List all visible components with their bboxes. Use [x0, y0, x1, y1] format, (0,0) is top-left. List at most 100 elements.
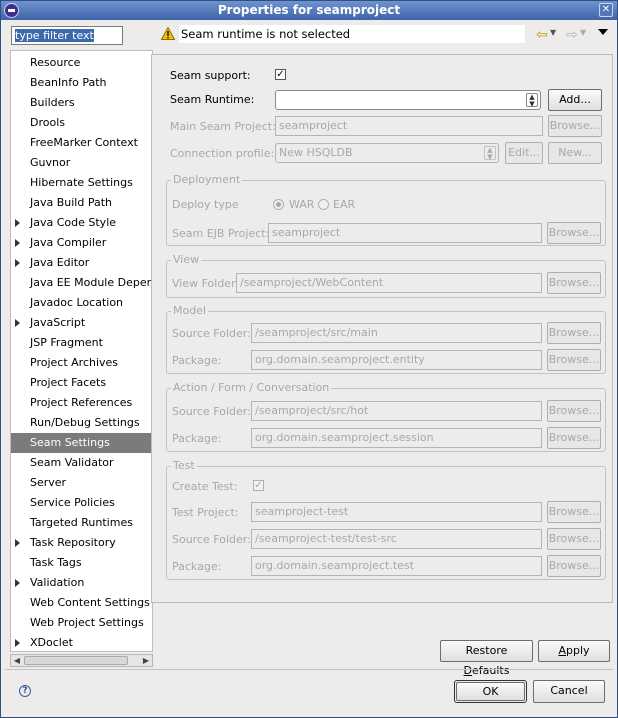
expand-arrow-icon[interactable]	[15, 219, 20, 227]
tree-item[interactable]: FreeMarker Context	[11, 133, 152, 153]
ok-button[interactable]: OK	[456, 682, 525, 701]
tree-item[interactable]: Guvnor	[11, 153, 152, 173]
tree-item[interactable]: Project Facets	[11, 373, 152, 393]
help-icon[interactable]: ?	[19, 685, 31, 697]
scroll-left-icon[interactable]: ◀	[11, 655, 23, 666]
tree-item[interactable]: Web Project Settings	[11, 613, 152, 633]
new-profile-button[interactable]: New...	[548, 142, 602, 164]
tree-item[interactable]: Java Code Style	[11, 213, 152, 233]
combo-arrows-icon[interactable]: ▲ ▼	[484, 146, 496, 161]
tree-item[interactable]: Service Policies	[11, 493, 152, 513]
model-package-field[interactable]: org.domain.seamproject.entity	[251, 350, 542, 370]
restore-defaults-button[interactable]: Restore Defaults	[440, 640, 533, 677]
tree-item[interactable]: Task Repository	[11, 533, 152, 553]
test-package-label: Package:	[172, 560, 222, 573]
forward-dropdown-icon[interactable]: ▼	[580, 28, 586, 37]
main-seam-project-field[interactable]: seamproject	[275, 116, 543, 136]
tree-item[interactable]: JSP Fragment	[11, 333, 152, 353]
tree-item[interactable]: Web Content Settings	[11, 593, 152, 613]
main-seam-project-label: Main Seam Project:	[170, 120, 276, 133]
ear-radio[interactable]	[318, 199, 329, 210]
title-bar[interactable]: Properties for seamproject ✕	[1, 1, 617, 20]
tree-item[interactable]: Javadoc Location	[11, 293, 152, 313]
action-source-browse-button[interactable]: Browse...	[547, 400, 601, 422]
connection-profile-combo[interactable]: New HSQLDB ▲ ▼	[275, 143, 499, 163]
tree-item-label: JavaScript	[30, 316, 86, 329]
scroll-thumb[interactable]	[24, 656, 128, 665]
restore-defaults-mnemonic: D	[463, 664, 473, 677]
test-source-folder-field[interactable]: /seamproject-test/test-src	[251, 529, 542, 549]
filter-placeholder: type filter text	[15, 29, 94, 42]
model-source-browse-button[interactable]: Browse...	[547, 322, 601, 344]
view-browse-button[interactable]: Browse...	[547, 272, 601, 294]
action-source-folder-field[interactable]: /seamproject/src/hot	[251, 401, 542, 421]
cancel-button[interactable]: Cancel	[533, 680, 605, 703]
expand-arrow-icon[interactable]	[15, 239, 20, 247]
model-package-browse-button[interactable]: Browse...	[547, 349, 601, 371]
tree-horizontal-scrollbar[interactable]: ◀ ▶	[10, 654, 153, 667]
action-package-field[interactable]: org.domain.seamproject.session	[251, 428, 542, 448]
deployment-title: Deployment	[171, 173, 243, 186]
edit-profile-button[interactable]: Edit...	[505, 142, 543, 164]
seam-runtime-label: Seam Runtime:	[170, 93, 255, 106]
apply-button[interactable]: Apply	[538, 640, 610, 662]
tree-item[interactable]: Builders	[11, 93, 152, 113]
back-arrow-icon[interactable]: ⇦	[536, 27, 548, 43]
add-runtime-button[interactable]: Add...	[548, 89, 602, 111]
tree-item[interactable]: Server	[11, 473, 152, 493]
tree-item[interactable]: Java Compiler	[11, 233, 152, 253]
tree-item[interactable]: BeanInfo Path	[11, 73, 152, 93]
seam-runtime-combo[interactable]: ▲ ▼	[275, 90, 541, 110]
tree-item[interactable]: Seam Settings	[11, 433, 152, 453]
action-package-browse-button[interactable]: Browse...	[547, 427, 601, 449]
tree-item[interactable]: Drools	[11, 113, 152, 133]
view-folder-field[interactable]: /seamproject/WebContent	[236, 273, 542, 293]
seam-ejb-project-field[interactable]: seamproject	[268, 223, 542, 243]
test-package-field[interactable]: org.domain.seamproject.test	[251, 556, 542, 576]
test-package-browse-button[interactable]: Browse...	[547, 555, 601, 577]
close-window-button[interactable]: ✕	[599, 3, 613, 17]
combo-arrows-icon[interactable]: ▲ ▼	[526, 93, 538, 108]
deployment-group: Deployment Deploy type WAR EAR Seam EJB …	[166, 173, 606, 246]
tree-item[interactable]: Java EE Module Depend	[11, 273, 152, 293]
tree-item[interactable]: Targeted Runtimes	[11, 513, 152, 533]
war-radio[interactable]	[273, 199, 284, 210]
seam-support-checkbox[interactable]: ✓	[275, 69, 286, 80]
tree-item[interactable]: XDoclet	[11, 633, 152, 651]
tree-item[interactable]: JavaScript	[11, 313, 152, 333]
model-group: Model Source Folder: /seamproject/src/ma…	[166, 304, 606, 374]
create-test-checkbox[interactable]: ✓	[253, 480, 264, 491]
expand-arrow-icon[interactable]	[15, 259, 20, 267]
test-source-browse-button[interactable]: Browse...	[547, 528, 601, 550]
seam-support-label: Seam support:	[170, 69, 251, 82]
model-source-folder-field[interactable]: /seamproject/src/main	[251, 323, 542, 343]
tree-item[interactable]: Resource	[11, 53, 152, 73]
ejb-browse-button[interactable]: Browse...	[547, 222, 601, 244]
tree-item[interactable]: Java Editor	[11, 253, 152, 273]
main-project-browse-button[interactable]: Browse...	[548, 115, 602, 137]
preference-tree[interactable]: Resource BeanInfo Path Builders Drools FreeM…	[10, 50, 153, 652]
test-project-field[interactable]: seamproject-test	[251, 502, 542, 522]
tree-item[interactable]: Validation	[11, 573, 152, 593]
filter-input[interactable]: type filter text	[11, 26, 123, 45]
expand-arrow-icon[interactable]	[15, 579, 20, 587]
test-project-browse-button[interactable]: Browse...	[547, 501, 601, 523]
view-menu-icon[interactable]	[598, 29, 608, 35]
tree-item[interactable]: Task Tags	[11, 553, 152, 573]
tree-item[interactable]: Java Build Path	[11, 193, 152, 213]
tree-item-label: Service Policies	[30, 496, 115, 509]
connection-profile-label: Connection profile:	[170, 147, 275, 160]
tree-item[interactable]: Project Archives	[11, 353, 152, 373]
tree-item[interactable]: Project References	[11, 393, 152, 413]
tree-item[interactable]: Seam Validator	[11, 453, 152, 473]
tree-item-label: Java Build Path	[30, 196, 113, 209]
tree-item[interactable]: Hibernate Settings	[11, 173, 152, 193]
expand-arrow-icon[interactable]	[15, 319, 20, 327]
message-bar: Seam runtime is not selected ⇦ ▼ ⇨ ▼	[155, 23, 615, 47]
tree-item[interactable]: Run/Debug Settings	[11, 413, 152, 433]
expand-arrow-icon[interactable]	[15, 639, 20, 647]
forward-arrow-icon[interactable]: ⇨	[566, 27, 578, 43]
expand-arrow-icon[interactable]	[15, 539, 20, 547]
back-dropdown-icon[interactable]: ▼	[550, 28, 556, 37]
window-title: Properties for seamproject	[217, 3, 401, 17]
